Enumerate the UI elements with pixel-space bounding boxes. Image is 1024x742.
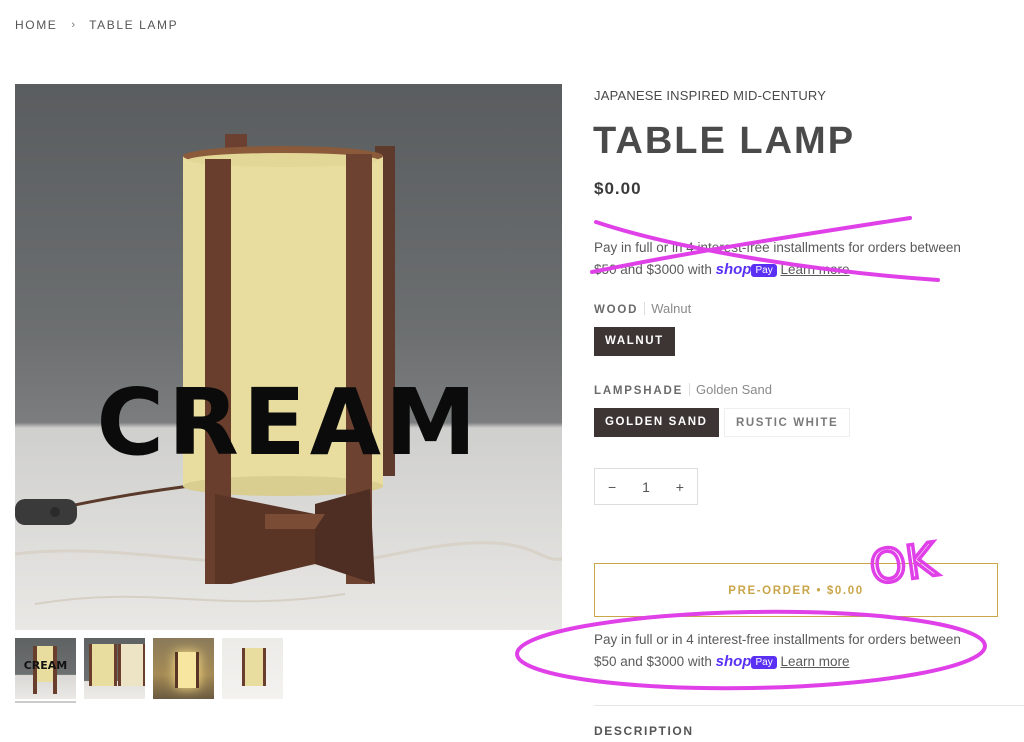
installments-range: $50 and $3000 with [594,262,712,277]
breadcrumb-home-link[interactable]: HOME [15,18,57,32]
thumbnail-strip: CREAM [15,638,283,703]
wood-option-label: WOOD Walnut [594,301,692,316]
product-main-image[interactable]: CREAM [15,84,562,630]
installments-message-bottom: Pay in full or in 4 interest-free instal… [594,629,994,673]
product-price: $0.00 [594,179,642,198]
shop-pay-logo: shop [715,653,752,670]
lampshade-selected-value: Golden Sand [696,382,772,397]
thumbnail-overlay-text: CREAM [23,659,68,672]
lampshade-swatch-golden-sand[interactable]: GOLDEN SAND [594,408,719,437]
product-vendor: JAPANESE INSPIRED MID-CENTURY [594,88,827,103]
description-heading[interactable]: DESCRIPTION [594,724,694,738]
breadcrumb: HOME › TABLE LAMP [15,18,178,32]
lamp-illustration [15,134,562,605]
installments-message-top: Pay in full or in 4 interest-free instal… [594,237,994,281]
product-title: TABLE LAMP [593,120,856,162]
preorder-button[interactable]: PRE-ORDER • $0.00 [594,563,998,617]
quantity-increase-button[interactable]: + [676,479,684,495]
learn-more-link[interactable]: Learn more [780,262,849,277]
quantity-stepper: − 1 + [594,468,698,505]
thumbnail-3[interactable] [153,638,214,699]
wood-swatch-walnut[interactable]: WALNUT [594,327,675,356]
thumbnail-1[interactable]: CREAM [15,638,76,703]
breadcrumb-separator: › [71,19,76,31]
installments-text: Pay in full or in 4 interest-free instal… [594,632,961,647]
shop-pay-logo: shop [715,261,752,278]
learn-more-link[interactable]: Learn more [780,654,849,669]
wood-selected-value: Walnut [651,301,692,316]
shop-pay-badge: Pay [751,264,777,277]
thumbnail-2[interactable] [84,638,145,699]
installments-range: $50 and $3000 with [594,654,712,669]
thumbnail-4[interactable] [222,638,283,699]
quantity-decrease-button[interactable]: − [608,479,616,495]
section-divider [594,705,1024,706]
quantity-input[interactable]: 1 [642,479,650,495]
breadcrumb-current: TABLE LAMP [89,18,179,32]
lampshade-option-label: LAMPSHADE Golden Sand [594,382,772,397]
installments-text: Pay in full or in 4 interest-free instal… [594,240,961,255]
lampshade-swatch-rustic-white[interactable]: RUSTIC WHITE [724,408,851,437]
shop-pay-badge: Pay [751,656,777,669]
image-overlay-text: CREAM [96,369,481,476]
